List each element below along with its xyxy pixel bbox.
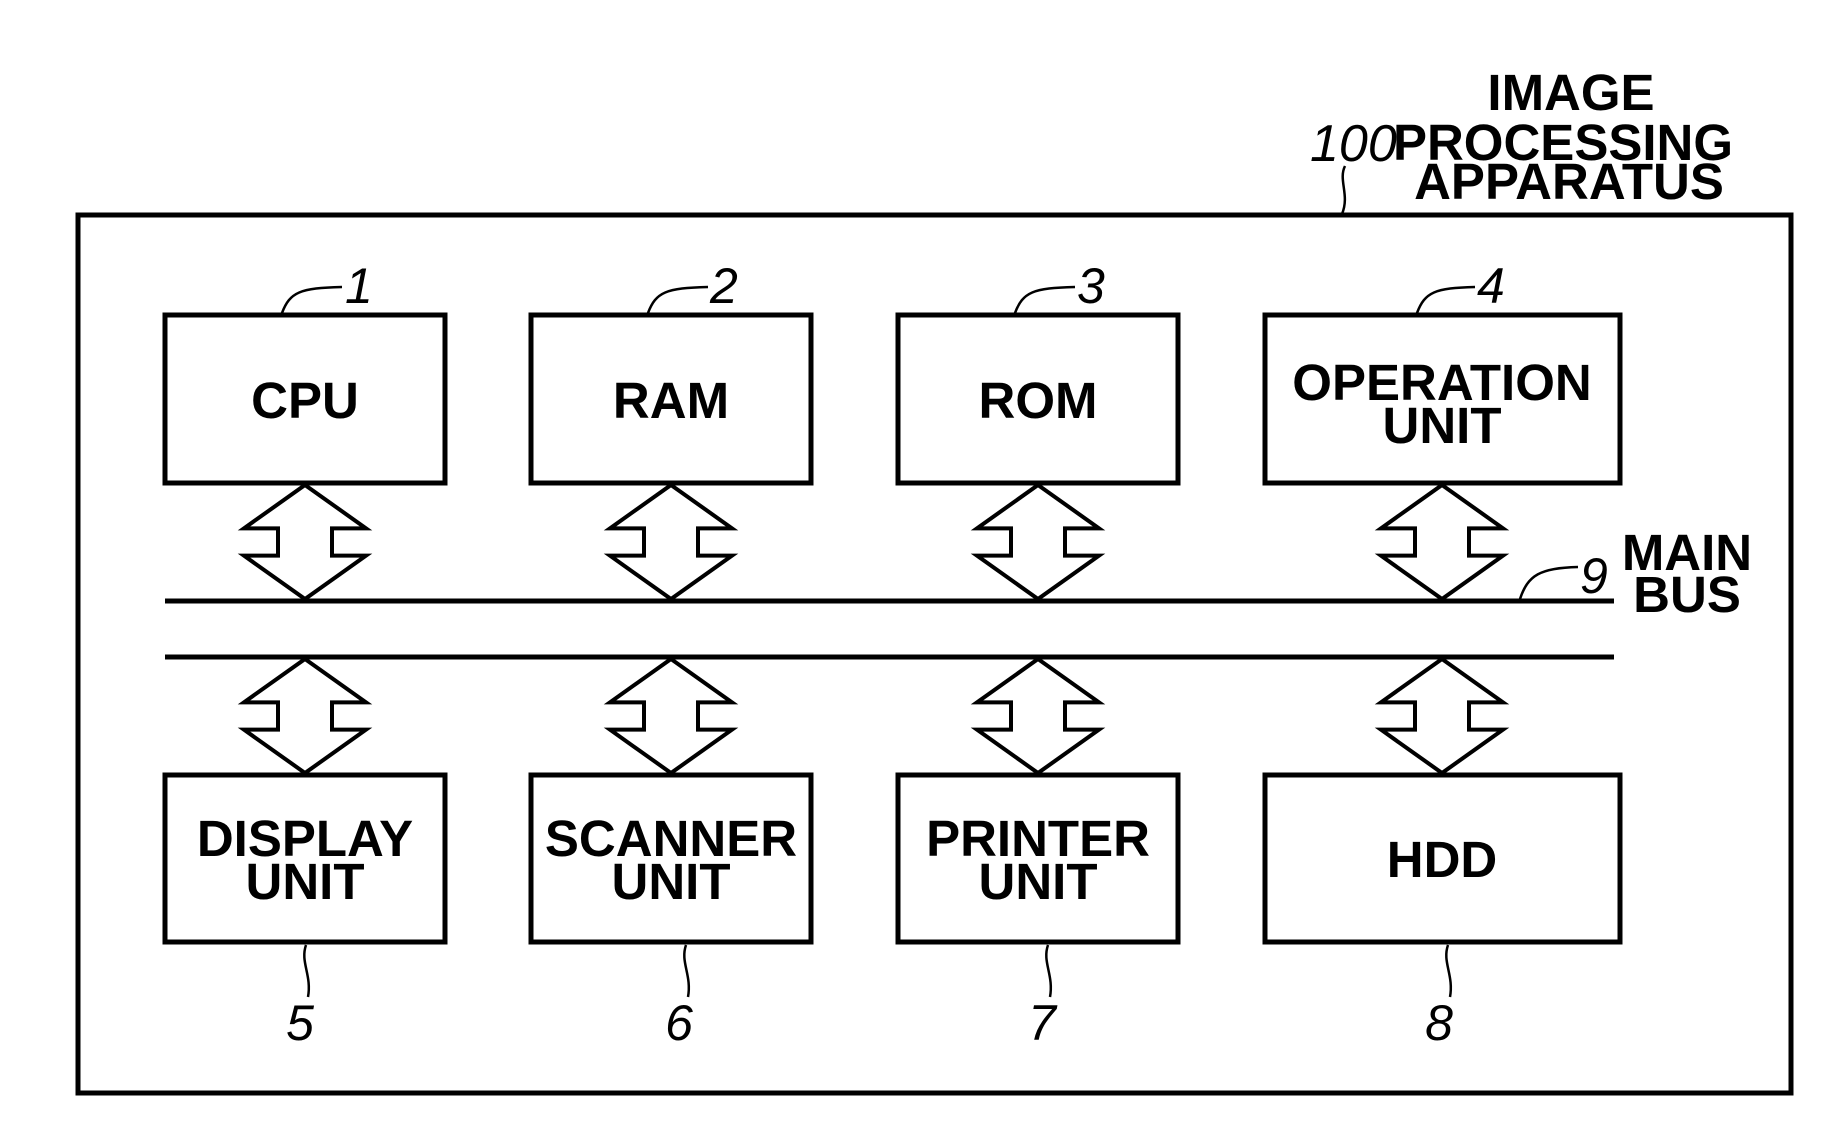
unit-ref-number: 4 (1477, 258, 1505, 314)
unit-label-line-2: UNIT (246, 853, 365, 910)
unit-ref-number: 5 (286, 995, 314, 1051)
unit-leader-line (1013, 285, 1076, 314)
unit-printer: PRINTER UNIT 7 (895, 772, 1181, 1051)
bus-label-line-2: BUS (1633, 566, 1741, 623)
unit-ref-number: 1 (345, 258, 373, 314)
unit-label-line-2: UNIT (612, 853, 731, 910)
unit-leader-line (1045, 944, 1053, 998)
unit-label-line-2: UNIT (979, 853, 1098, 910)
arrow-top-unit-4 (1374, 482, 1510, 602)
unit-operation: OPERATION UNIT 4 (1262, 258, 1623, 486)
unit-rom: ROM 3 (895, 258, 1181, 486)
unit-leader-line (683, 944, 691, 998)
unit-leader-line (1415, 285, 1476, 314)
unit-ref-number: 8 (1425, 995, 1453, 1051)
unit-label-line-2: UNIT (1383, 397, 1502, 454)
block-diagram: IMAGE PROCESSING APPARATUS 100 9 MAIN BU… (75, 64, 1794, 1096)
arrow-top-unit-2 (603, 482, 739, 602)
unit-leader-line (303, 944, 311, 998)
unit-cpu: CPU 1 (162, 258, 448, 486)
unit-ram: RAM 2 (528, 258, 814, 486)
unit-leader-line (646, 285, 709, 314)
unit-hdd: HDD 8 (1262, 772, 1623, 1051)
arrow-bottom-unit-6 (603, 656, 739, 776)
arrow-bottom-unit-7 (970, 656, 1106, 776)
bus-leader-line (1518, 565, 1579, 600)
unit-ref-number: 7 (1028, 995, 1058, 1051)
apparatus-title-line-1: IMAGE (1487, 64, 1654, 121)
unit-scanner: SCANNER UNIT 6 (528, 772, 814, 1051)
apparatus-leader-line (1340, 165, 1347, 215)
arrow-top-unit-3 (970, 482, 1106, 602)
unit-label: HDD (1387, 831, 1498, 888)
unit-ref-number: 2 (709, 258, 738, 314)
bus-connection-arrows (237, 482, 1510, 776)
arrow-bottom-unit-8 (1374, 656, 1510, 776)
unit-leader-line (1445, 944, 1453, 998)
unit-leader-line (280, 285, 343, 314)
unit-display: DISPLAY UNIT 5 (162, 772, 448, 1051)
unit-label: CPU (251, 372, 359, 429)
unit-ref-number: 6 (665, 995, 693, 1051)
unit-label: ROM (979, 372, 1098, 429)
bus-ref-number: 9 (1580, 548, 1608, 604)
apparatus-title-line-3: APPARATUS (1414, 153, 1724, 210)
unit-label: RAM (613, 372, 729, 429)
arrow-bottom-unit-5 (237, 656, 373, 776)
apparatus-ref-number: 100 (1310, 115, 1397, 173)
unit-ref-number: 3 (1077, 258, 1105, 314)
arrow-top-unit-1 (237, 482, 373, 602)
